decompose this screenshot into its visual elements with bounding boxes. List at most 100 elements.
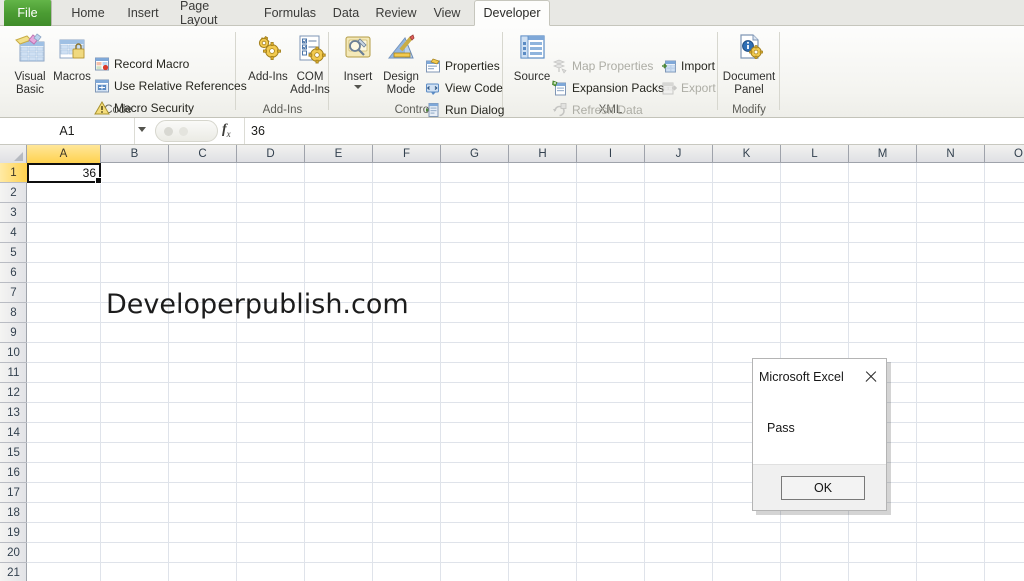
column-header-C[interactable]: C xyxy=(169,145,237,163)
enter-icon[interactable] xyxy=(179,127,188,136)
macros-button[interactable]: Macros xyxy=(44,32,100,84)
select-all-corner[interactable] xyxy=(0,145,27,163)
run-dialog-button[interactable]: Run Dialog xyxy=(424,100,504,120)
column-header-N[interactable]: N xyxy=(917,145,985,163)
active-cell-A1[interactable]: 36 xyxy=(27,163,101,183)
grid-horizontal-line xyxy=(27,342,1024,343)
name-box-dropdown-arrow-icon[interactable] xyxy=(138,127,146,132)
grid-horizontal-line xyxy=(27,282,1024,283)
row-header-column: 123456789101112131415161718192021 xyxy=(0,163,27,581)
tab-data[interactable]: Data xyxy=(324,0,368,26)
insert-dropdown-arrow-icon[interactable] xyxy=(354,85,362,89)
row-header-label: 19 xyxy=(7,527,20,539)
tab-review[interactable]: Review xyxy=(368,0,424,26)
name-box[interactable]: A1 xyxy=(0,118,135,144)
column-header-J[interactable]: J xyxy=(645,145,713,163)
grid-horizontal-line xyxy=(27,242,1024,243)
map-properties-button[interactable]: Map Properties xyxy=(551,56,661,76)
close-icon[interactable] xyxy=(864,370,878,384)
run-dialog-label: Run Dialog xyxy=(445,103,504,117)
row-header-17[interactable]: 17 xyxy=(0,483,27,503)
row-header-13[interactable]: 13 xyxy=(0,403,27,423)
dialog-message: Pass xyxy=(767,421,795,435)
row-header-20[interactable]: 20 xyxy=(0,543,27,563)
row-header-3[interactable]: 3 xyxy=(0,203,27,223)
row-header-label: 5 xyxy=(10,247,16,259)
grid-vertical-line xyxy=(916,163,917,581)
tab-home[interactable]: Home xyxy=(62,0,114,26)
column-header-E[interactable]: E xyxy=(305,145,373,163)
grid-horizontal-line xyxy=(27,322,1024,323)
refresh-data-button[interactable]: Refresh Data xyxy=(551,100,651,120)
grid-horizontal-line xyxy=(27,202,1024,203)
design-mode-button[interactable]: DesignMode xyxy=(373,32,429,96)
expansion-packs-button[interactable]: Expansion Packs xyxy=(551,78,666,98)
tab-formulas[interactable]: Formulas xyxy=(256,0,324,26)
row-header-4[interactable]: 4 xyxy=(0,223,27,243)
import-button[interactable]: Import xyxy=(660,56,722,76)
column-header-K[interactable]: K xyxy=(713,145,781,163)
use-relative-references-button[interactable]: Use Relative References xyxy=(93,76,238,96)
row-header-15[interactable]: 15 xyxy=(0,443,27,463)
export-button[interactable]: Export xyxy=(660,78,722,98)
row-header-10[interactable]: 10 xyxy=(0,343,27,363)
tab-page-layout[interactable]: Page Layout xyxy=(170,0,254,26)
row-header-2[interactable]: 2 xyxy=(0,183,27,203)
column-header-I[interactable]: I xyxy=(577,145,645,163)
record-macro-label: Record Macro xyxy=(114,57,189,71)
formula-input[interactable]: 36 xyxy=(244,118,1024,144)
row-header-12[interactable]: 12 xyxy=(0,383,27,403)
row-header-18[interactable]: 18 xyxy=(0,503,27,523)
row-header-label: 7 xyxy=(10,287,16,299)
column-header-label: B xyxy=(131,148,139,160)
column-header-B[interactable]: B xyxy=(101,145,169,163)
properties-button[interactable]: Properties xyxy=(424,56,504,76)
use-relative-references-label: Use Relative References xyxy=(114,79,247,93)
visual-basic-icon xyxy=(13,32,47,69)
row-header-5[interactable]: 5 xyxy=(0,243,27,263)
watermark-text: Developerpublish.com xyxy=(106,289,409,320)
grid-vertical-line xyxy=(712,163,713,581)
document-panel-button[interactable]: DocumentPanel xyxy=(720,32,778,96)
row-header-21[interactable]: 21 xyxy=(0,563,27,581)
cancel-icon[interactable] xyxy=(164,127,173,136)
column-header-label: K xyxy=(743,148,751,160)
row-header-9[interactable]: 9 xyxy=(0,323,27,343)
view-code-button[interactable]: View Code xyxy=(424,78,504,98)
ok-button[interactable]: OK xyxy=(781,476,865,500)
column-header-O[interactable]: O xyxy=(985,145,1024,163)
tab-view[interactable]: View xyxy=(424,0,470,26)
record-macro-button[interactable]: Record Macro xyxy=(93,54,233,74)
formula-bar-buttons[interactable] xyxy=(155,120,218,142)
column-header-G[interactable]: G xyxy=(441,145,509,163)
tab-review-label: Review xyxy=(376,6,417,20)
column-header-label: F xyxy=(403,148,410,160)
tab-insert[interactable]: Insert xyxy=(118,0,168,26)
tab-file[interactable]: File xyxy=(4,0,52,26)
grid-horizontal-line xyxy=(27,522,1024,523)
xml-source-icon xyxy=(515,32,549,69)
row-header-label: 13 xyxy=(7,407,20,419)
macro-security-button[interactable]: Macro Security xyxy=(93,98,213,118)
column-header-H[interactable]: H xyxy=(509,145,577,163)
row-header-1[interactable]: 1 xyxy=(0,163,27,183)
column-header-F[interactable]: F xyxy=(373,145,441,163)
column-header-D[interactable]: D xyxy=(237,145,305,163)
row-header-6[interactable]: 6 xyxy=(0,263,27,283)
row-header-19[interactable]: 19 xyxy=(0,523,27,543)
properties-label: Properties xyxy=(445,59,500,73)
record-macro-icon xyxy=(93,56,110,73)
row-header-8[interactable]: 8 xyxy=(0,303,27,323)
column-header-A[interactable]: A xyxy=(27,145,101,163)
row-header-label: 4 xyxy=(10,227,16,239)
row-header-16[interactable]: 16 xyxy=(0,463,27,483)
insert-function-icon[interactable]: fx xyxy=(222,122,231,139)
grid-vertical-line xyxy=(304,163,305,581)
column-header-L[interactable]: L xyxy=(781,145,849,163)
row-header-11[interactable]: 11 xyxy=(0,363,27,383)
tab-developer[interactable]: Developer xyxy=(474,0,550,26)
grid-vertical-line xyxy=(168,163,169,581)
column-header-M[interactable]: M xyxy=(849,145,917,163)
row-header-14[interactable]: 14 xyxy=(0,423,27,443)
row-header-7[interactable]: 7 xyxy=(0,283,27,303)
